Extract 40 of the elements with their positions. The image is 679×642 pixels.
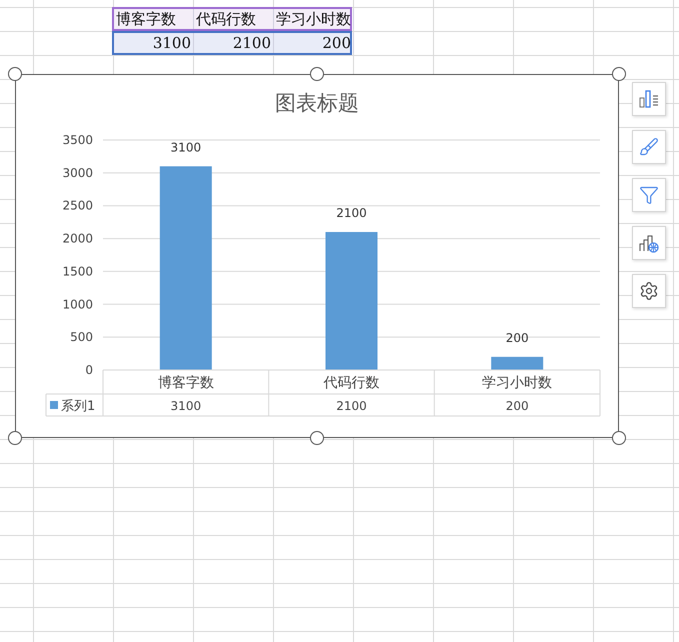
table-cell: 3100 bbox=[170, 399, 202, 413]
chart-type-button[interactable] bbox=[632, 226, 666, 260]
table-cell: 2100 bbox=[336, 399, 367, 413]
chart-filter-button[interactable] bbox=[632, 178, 666, 212]
filter-icon bbox=[639, 185, 659, 205]
axis-tick-label: 3000 bbox=[62, 166, 93, 180]
category-label: 学习小时数 bbox=[482, 375, 552, 391]
data-label: 3100 bbox=[170, 140, 202, 154]
settings-icon bbox=[639, 281, 659, 301]
data-label: 2100 bbox=[336, 206, 367, 220]
value-cell[interactable]: 200 bbox=[274, 33, 354, 53]
header-cell[interactable]: 博客字数 bbox=[114, 9, 194, 29]
resize-handle[interactable] bbox=[612, 431, 626, 445]
axis-tick-label: 1500 bbox=[62, 264, 93, 278]
table-cell: 200 bbox=[506, 399, 529, 413]
resize-handle[interactable] bbox=[612, 67, 626, 81]
axis-tick-label: 2500 bbox=[62, 198, 93, 213]
resize-handle[interactable] bbox=[310, 67, 324, 81]
header-cell[interactable]: 代码行数 bbox=[194, 9, 274, 29]
settings-button[interactable] bbox=[632, 274, 666, 308]
axis-tick-label: 2000 bbox=[62, 232, 93, 246]
axis-tick-label: 1000 bbox=[62, 297, 93, 312]
value-cell[interactable]: 2100 bbox=[194, 33, 274, 53]
series-name: 系列1 bbox=[61, 399, 96, 414]
axis-tick-label: 3500 bbox=[62, 133, 93, 147]
chart-elements-icon bbox=[638, 88, 660, 110]
resize-handle[interactable] bbox=[310, 431, 324, 445]
chart-title: 图表标题 bbox=[275, 91, 359, 115]
axis-tick-label: 500 bbox=[70, 330, 93, 344]
chart-area[interactable]: 图表标题 0 500 1000 1500 2000 2500 3000 3500 3100 2100 200 博客字数 代码行数 学习小时数 系列1 3100 2100 200 bbox=[15, 74, 619, 438]
brush-icon bbox=[639, 137, 659, 157]
category-label: 代码行数 bbox=[324, 375, 380, 391]
chart-elements-button[interactable] bbox=[632, 82, 666, 116]
chart-style-button[interactable] bbox=[632, 130, 666, 164]
resize-handle[interactable] bbox=[8, 67, 22, 81]
value-cell[interactable]: 3100 bbox=[114, 33, 194, 53]
data-label: 200 bbox=[506, 330, 529, 345]
axis-tick-label: 0 bbox=[85, 363, 93, 377]
resize-handle[interactable] bbox=[8, 431, 22, 445]
category-label: 博客字数 bbox=[158, 375, 214, 391]
